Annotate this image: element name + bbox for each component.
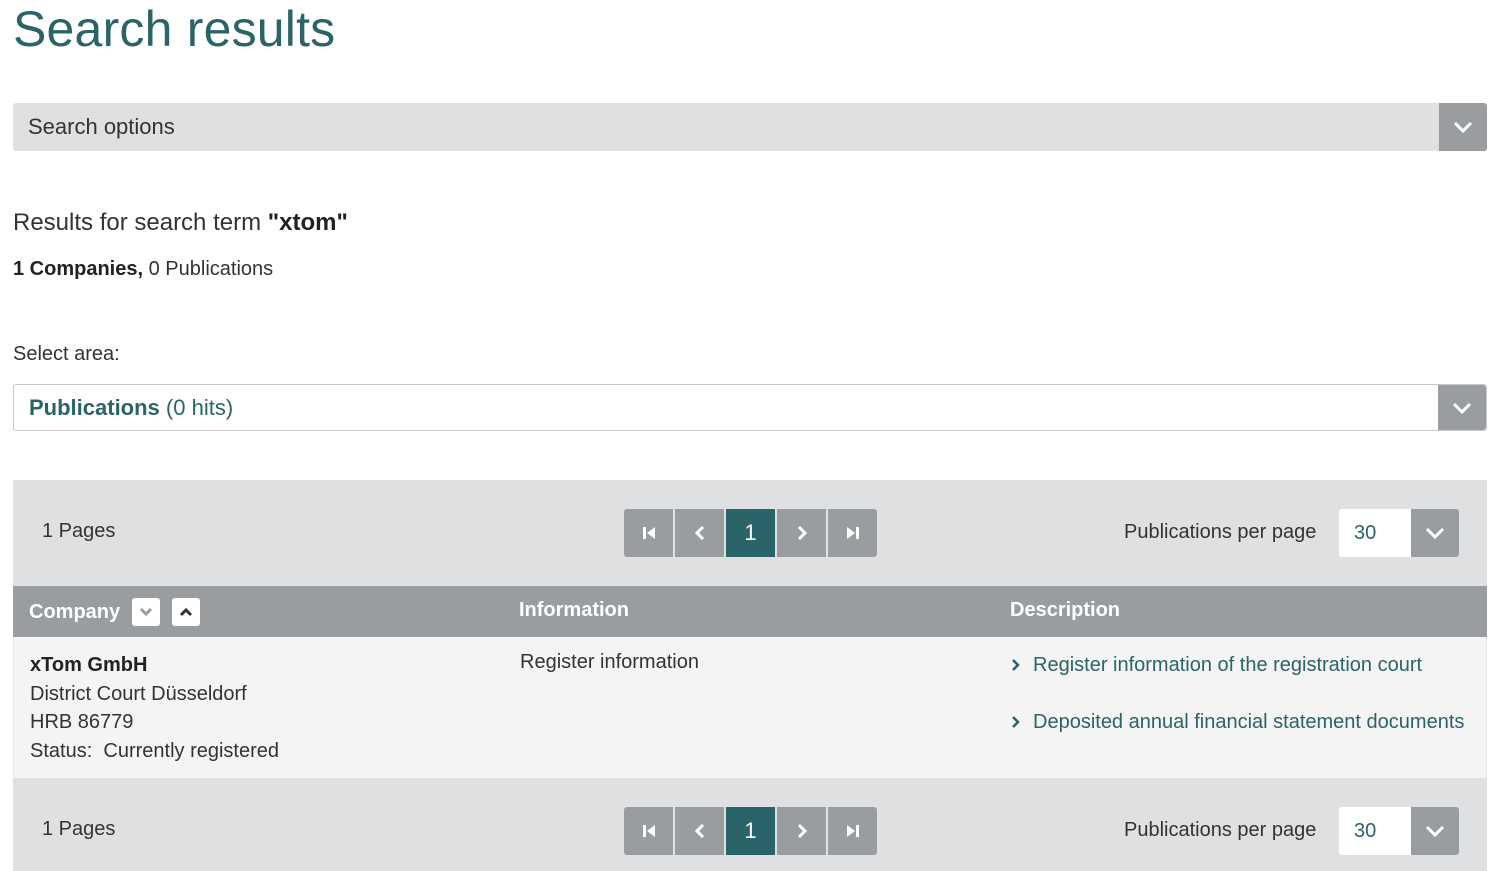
area-selected-value: Publications (0 hits) — [14, 395, 1438, 421]
description-link[interactable]: Deposited annual financial statement doc… — [1011, 708, 1471, 737]
description-link-label[interactable]: Deposited annual financial statement doc… — [1033, 708, 1464, 737]
next-page-button[interactable] — [777, 509, 826, 557]
th-company-label: Company — [29, 600, 121, 623]
last-page-icon — [846, 825, 859, 837]
company-status: Status: Currently registered — [30, 737, 279, 766]
first-page-button[interactable] — [624, 807, 673, 855]
sort-descending-button[interactable] — [132, 598, 161, 626]
area-select[interactable]: Publications (0 hits) — [13, 384, 1487, 431]
page-number-button[interactable]: 1 — [726, 807, 775, 855]
chevron-down-icon[interactable] — [1411, 509, 1459, 557]
per-page-label: Publications per page — [1124, 819, 1317, 841]
per-page-label: Publications per page — [1124, 521, 1317, 543]
pagination-bar-top: 1 Pages 1 Publications per page 30 — [13, 480, 1487, 586]
chevron-down-icon[interactable] — [1439, 103, 1487, 151]
per-page-select[interactable]: 30 — [1339, 509, 1459, 557]
page-title: Search results — [13, 1, 336, 57]
chevron-right-icon — [1011, 651, 1033, 679]
first-page-icon — [642, 825, 655, 837]
last-page-button[interactable] — [828, 807, 877, 855]
prev-page-button[interactable] — [675, 807, 724, 855]
companies-count: 1 Companies, — [13, 258, 144, 280]
per-page-value: 30 — [1354, 819, 1377, 842]
first-page-button[interactable] — [624, 509, 673, 557]
description-link-label[interactable]: Register information of the registration… — [1033, 651, 1422, 680]
company-court: District Court Düsseldorf — [30, 682, 247, 705]
results-prefix: Results for search term — [13, 209, 268, 236]
chevron-down-icon — [140, 607, 153, 617]
pagination-bar-bottom: 1 Pages 1 Publications per page 30 — [13, 778, 1487, 871]
last-page-icon — [846, 527, 859, 539]
chevron-left-icon — [694, 525, 704, 541]
table-header: Company Information Description — [13, 586, 1487, 637]
status-label: Status: — [30, 739, 93, 762]
description-link[interactable]: Register information of the registration… — [1011, 651, 1471, 680]
company-name: xTom GmbH — [30, 654, 148, 676]
area-hits: (0 hits) — [165, 394, 234, 420]
select-area-label: Select area: — [13, 343, 120, 365]
chevron-down-icon[interactable] — [1438, 385, 1486, 430]
chevron-down-icon[interactable] — [1411, 807, 1459, 855]
area-name: Publications — [29, 394, 160, 420]
results-counts: 1 Companies, 0 Publications — [13, 258, 273, 281]
last-page-button[interactable] — [828, 509, 877, 557]
table-row: xTom GmbH District Court Düsseldorf HRB … — [13, 637, 1487, 778]
per-page-value: 30 — [1354, 521, 1377, 544]
status-value: Currently registered — [103, 739, 280, 762]
next-page-button[interactable] — [777, 807, 826, 855]
first-page-icon — [642, 527, 655, 539]
chevron-left-icon — [694, 823, 704, 839]
chevron-right-icon — [1011, 708, 1033, 736]
search-options-accordion[interactable]: Search options — [13, 103, 1487, 151]
information-cell: Register information — [520, 651, 699, 673]
publications-count: 0 Publications — [148, 258, 274, 280]
search-options-label: Search options — [28, 114, 175, 139]
chevron-up-icon — [180, 607, 193, 617]
search-term: "xtom" — [267, 209, 348, 236]
pager: 1 — [624, 807, 877, 855]
pages-count: 1 Pages — [42, 520, 116, 542]
description-cell: Register information of the registration… — [1011, 651, 1471, 764]
chevron-right-icon — [797, 525, 807, 541]
pages-count: 1 Pages — [42, 818, 116, 840]
per-page-select[interactable]: 30 — [1339, 807, 1459, 855]
prev-page-button[interactable] — [675, 509, 724, 557]
results-heading: Results for search term "xtom" — [13, 209, 348, 237]
page-number-button[interactable]: 1 — [726, 509, 775, 557]
th-information: Information — [519, 599, 629, 621]
th-description: Description — [1010, 599, 1121, 621]
th-company: Company — [29, 598, 201, 626]
company-cell: xTom GmbH District Court Düsseldorf HRB … — [30, 651, 279, 765]
chevron-right-icon — [797, 823, 807, 839]
company-register-no: HRB 86779 — [30, 711, 134, 733]
sort-ascending-button[interactable] — [172, 598, 201, 626]
pager: 1 — [624, 509, 877, 557]
